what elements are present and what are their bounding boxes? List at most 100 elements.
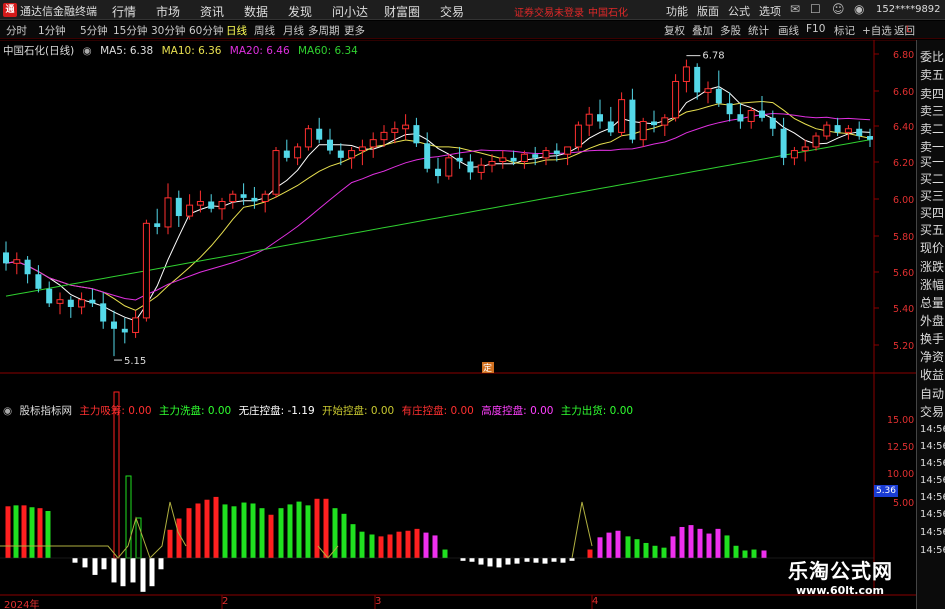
candle-body [316, 128, 323, 140]
indicator-bar [542, 558, 548, 564]
candle-body [327, 139, 333, 151]
tool-xuanxiang[interactable]: 选项 [759, 3, 781, 19]
period-week[interactable]: 周线 [254, 23, 275, 38]
btn-add-watchlist[interactable]: +自选 [862, 23, 892, 38]
btn-marker[interactable]: 标记 [834, 23, 855, 38]
candle-body [759, 110, 765, 118]
menu-shichang[interactable]: 市场 [156, 3, 180, 20]
candle-body [704, 88, 712, 93]
login-status[interactable]: 证券交易未登录 [514, 4, 584, 19]
period-multi[interactable]: 多周期 [308, 23, 340, 38]
indicator-bar [478, 558, 484, 565]
indicator-bar [761, 550, 767, 558]
indicator-bar [167, 529, 173, 558]
mail-icon[interactable]: ✉ [790, 2, 800, 16]
indicator-bar [45, 511, 51, 558]
candle-body [823, 124, 831, 137]
skin-icon[interactable]: ☐ [810, 2, 821, 16]
menu-caifuquan[interactable]: 财富圈 [384, 3, 420, 20]
period-month[interactable]: 月线 [283, 23, 304, 38]
tool-gongneng[interactable]: 功能 [666, 3, 688, 19]
btn-f10[interactable]: F10 [806, 23, 825, 35]
menu-faxian[interactable]: 发现 [288, 3, 312, 20]
indicator-bar [652, 545, 658, 558]
indicator-settings-icon[interactable]: ◉ [3, 405, 12, 417]
menu-wenxiaoda[interactable]: 问小达 [332, 3, 368, 20]
indicator-bar [259, 508, 265, 558]
menu-hangqing[interactable]: 行情 [112, 3, 136, 20]
marker-label: 定 [483, 362, 492, 374]
period-30min[interactable]: 30分钟 [151, 23, 185, 38]
side-panel-item: 卖三 [920, 104, 945, 118]
candle-body [67, 299, 74, 307]
tool-gongshi[interactable]: 公式 [728, 3, 750, 19]
ind-item: 开始控盘: 0.00 [321, 405, 395, 417]
candle-body [651, 121, 657, 126]
chart-title: 中国石化(日线) [3, 45, 75, 57]
candle-body [672, 80, 680, 119]
account-id[interactable]: 152****9892 [876, 4, 941, 15]
account-icon[interactable]: ◉ [854, 2, 864, 16]
ind-item: 有庄控盘: 0.00 [401, 405, 474, 417]
indicator-bar [679, 526, 685, 558]
axis-label: 5.40 [893, 304, 915, 315]
candle-body [769, 117, 776, 129]
indicator-bar [29, 507, 35, 558]
indicator-bar [314, 498, 320, 558]
indicator-bar [21, 505, 27, 558]
period-1min[interactable]: 1分钟 [38, 23, 66, 38]
period-more[interactable]: 更多 [344, 23, 365, 38]
period-60min[interactable]: 60分钟 [189, 23, 223, 38]
menu-shuju[interactable]: 数据 [244, 3, 268, 20]
side-panel-item: 现价 [920, 241, 945, 255]
candle-body [304, 128, 312, 148]
menu-jiaoyi[interactable]: 交易 [440, 3, 464, 20]
indicator-bar [13, 505, 19, 558]
indicator-bar [111, 558, 117, 583]
candle-body [337, 150, 344, 158]
candle-body [3, 252, 9, 264]
candle-body [801, 146, 809, 152]
indicator-legend: ◉ 股标指标网 主力吸筹: 0.00 主力洗盘: 0.00 无庄控盘: -1.1… [3, 403, 637, 418]
side-panel-item: 14:56 [920, 424, 945, 435]
candle-body [380, 131, 388, 141]
settings-icon[interactable]: ◉ [83, 45, 92, 57]
btn-fuquan[interactable]: 复权 [664, 23, 685, 38]
period-day[interactable]: 日线 [226, 23, 247, 38]
candle-body [629, 99, 636, 140]
side-panel-item: 净资 [920, 350, 945, 364]
candle-body [694, 66, 701, 93]
period-fenshi[interactable]: 分时 [6, 23, 27, 38]
tool-banmian[interactable]: 版面 [697, 3, 719, 19]
menu-zixun[interactable]: 资讯 [200, 3, 224, 20]
side-panel-item: 买五 [920, 223, 945, 237]
candle-body [391, 128, 399, 133]
candle-body [747, 110, 755, 122]
indicator-bar [688, 525, 694, 558]
indicator-bar [149, 558, 155, 587]
side-panel-item: 总量 [920, 296, 945, 310]
app-title: 通达信金融终端 [20, 5, 97, 18]
candle-body [520, 153, 528, 162]
date-label-apr: 4 [592, 596, 599, 607]
kline-chart[interactable]: 6.78 5.15 定 [0, 40, 916, 609]
period-15min[interactable]: 15分钟 [113, 23, 147, 38]
side-panel-item[interactable]: 自动 [920, 385, 944, 402]
btn-tongji[interactable]: 统计 [748, 23, 769, 38]
user-icon[interactable]: ☺ [832, 2, 845, 16]
indicator-bar [469, 558, 475, 562]
candle-body [142, 222, 150, 319]
btn-duogu[interactable]: 多股 [720, 23, 741, 38]
period-5min[interactable]: 5分钟 [80, 23, 108, 38]
btn-huaxian[interactable]: 画线 [778, 23, 799, 38]
btn-back[interactable]: 返回 [894, 23, 915, 38]
indicator-bar [423, 532, 429, 558]
candle-body [240, 194, 247, 198]
date-label-feb: 2 [222, 596, 229, 607]
indicator-bar [505, 558, 511, 565]
quote-side-panel: 委比 卖五 卖四 卖三 卖二 卖一 买一 买二 买三 买四 买五 现价 涨跌 涨幅 总量 外盘 换手 净资 收益 自动… [916, 40, 945, 609]
btn-diejia[interactable]: 叠加 [692, 23, 713, 38]
side-panel-item[interactable]: 交易 [920, 403, 944, 420]
side-panel-item: 卖四 [920, 87, 945, 101]
ma60-value: MA60: 6.34 [298, 45, 358, 57]
